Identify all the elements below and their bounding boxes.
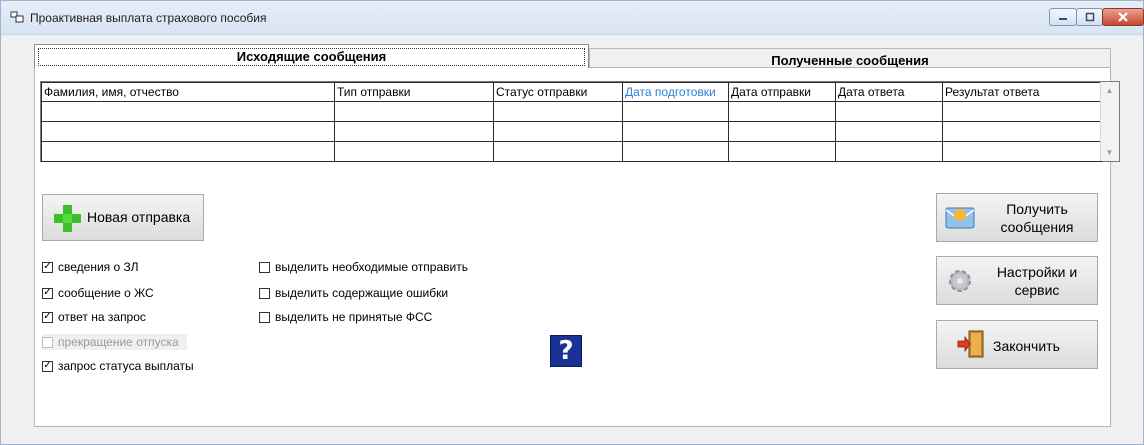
scroll-down-icon[interactable]: ▼ xyxy=(1101,144,1118,161)
checkbox-vacation-end: прекращение отпуска xyxy=(42,334,187,350)
table-cell[interactable] xyxy=(728,121,836,142)
checkbox-highlight-errors[interactable]: выделить содержащие ошибки xyxy=(259,286,448,300)
table-cell[interactable] xyxy=(334,121,494,142)
checkbox-label: запрос статуса выплаты xyxy=(58,359,194,373)
tab-label: Исходящие сообщения xyxy=(236,49,387,64)
table-cell[interactable] xyxy=(334,141,494,162)
checkbox-label: выделить не принятые ФСС xyxy=(275,310,433,324)
checkbox-highlight-rejected[interactable]: выделить не принятые ФСС xyxy=(259,310,432,324)
table-cell[interactable] xyxy=(622,101,729,122)
exit-label: Закончить xyxy=(993,338,1060,354)
tab-label: Полученные сообщения xyxy=(771,52,929,68)
checkbox-label: выделить содержащие ошибки xyxy=(275,286,449,300)
table-cell[interactable] xyxy=(942,101,1102,122)
maximize-button[interactable] xyxy=(1076,8,1103,26)
checkbox-box: ✓ xyxy=(42,311,53,323)
table-row[interactable] xyxy=(41,141,1102,162)
checkbox-info-zl[interactable]: ✓ сведения о ЗЛ xyxy=(42,260,138,274)
app-window: Проактивная выплата страхового пособия П… xyxy=(0,0,1144,445)
checkbox-box: ✓ xyxy=(42,360,53,372)
table-cell[interactable] xyxy=(835,101,943,122)
checkbox-label: выделить необходимые отправить xyxy=(275,260,468,274)
checkbox-box: ✓ xyxy=(42,287,53,299)
checkbox-label: сообщение о ЖС xyxy=(58,286,154,300)
checkbox-label: ответ на запрос xyxy=(58,310,146,324)
checkbox-box: ✓ xyxy=(42,261,53,273)
new-send-button[interactable]: Новая отправка xyxy=(42,194,204,241)
table-cell[interactable] xyxy=(493,141,623,162)
table-row[interactable] xyxy=(41,121,1102,142)
messages-table: Фамилия, имя, отчество Тип отправки Стат… xyxy=(41,82,1102,162)
checkbox-box xyxy=(259,311,270,323)
checkbox-highlight-needed[interactable]: выделить необходимые отправить xyxy=(259,260,468,274)
exit-door-icon xyxy=(957,330,984,358)
table-cell[interactable] xyxy=(728,141,836,162)
minimize-button[interactable] xyxy=(1049,8,1077,26)
gear-icon xyxy=(949,270,971,292)
scroll-up-icon[interactable]: ▲ xyxy=(1101,82,1118,99)
checkbox-box xyxy=(42,336,53,348)
column-header[interactable]: Статус отправки xyxy=(493,82,623,102)
column-header[interactable]: Дата подготовки xyxy=(622,82,729,102)
table-cell[interactable] xyxy=(493,101,623,122)
tab-outgoing-messages[interactable]: Исходящие сообщения xyxy=(34,44,589,68)
column-header[interactable]: Дата ответа xyxy=(835,82,943,102)
table-header-row: Фамилия, имя, отчество Тип отправки Стат… xyxy=(41,82,1102,102)
checkbox-label: сведения о ЗЛ xyxy=(58,260,139,274)
exit-button[interactable]: Закончить xyxy=(936,320,1098,369)
window-title: Проактивная выплата страхового пособия xyxy=(30,11,267,25)
get-messages-button[interactable]: Получить сообщения xyxy=(936,193,1098,242)
checkbox-box xyxy=(259,261,270,273)
close-icon xyxy=(1103,9,1143,25)
app-icon xyxy=(10,11,24,23)
table-cell[interactable] xyxy=(493,121,623,142)
table-cell[interactable] xyxy=(942,141,1102,162)
new-send-label: Новая отправка xyxy=(87,209,191,225)
table-cell[interactable] xyxy=(622,141,729,162)
table-cell[interactable] xyxy=(41,141,335,162)
get-messages-label: Получить сообщения xyxy=(1000,201,1074,235)
settings-label: Настройки и сервис xyxy=(996,264,1078,298)
table-cell[interactable] xyxy=(835,141,943,162)
table-cell[interactable] xyxy=(942,121,1102,142)
table-cell[interactable] xyxy=(835,121,943,142)
checkbox-request-answer[interactable]: ✓ ответ на запрос xyxy=(42,310,146,324)
close-button[interactable] xyxy=(1102,8,1144,26)
table-cell[interactable] xyxy=(334,101,494,122)
column-header[interactable]: Тип отправки xyxy=(334,82,494,102)
minimize-icon xyxy=(1050,9,1076,25)
table-row[interactable] xyxy=(41,101,1102,122)
maximize-icon xyxy=(1077,9,1102,25)
table-cell[interactable] xyxy=(41,101,335,122)
envelope-icon xyxy=(945,207,975,229)
checkbox-payment-status[interactable]: ✓ запрос статуса выплаты xyxy=(42,359,194,373)
table-cell[interactable] xyxy=(622,121,729,142)
table-cell[interactable] xyxy=(728,101,836,122)
column-header[interactable]: Результат ответа xyxy=(942,82,1102,102)
messages-grid[interactable]: Фамилия, имя, отчество Тип отправки Стат… xyxy=(40,81,1120,162)
column-header[interactable]: Дата отправки xyxy=(728,82,836,102)
table-cell[interactable] xyxy=(41,121,335,142)
vertical-scrollbar[interactable]: ▲ ▼ xyxy=(1100,82,1119,161)
title-bar[interactable]: Проактивная выплата страхового пособия xyxy=(1,1,1144,35)
checkbox-box xyxy=(259,287,270,299)
help-button[interactable]: ? xyxy=(550,335,582,367)
checkbox-label: прекращение отпуска xyxy=(58,335,179,349)
plus-icon xyxy=(54,205,81,232)
checkbox-message-zhs[interactable]: ✓ сообщение о ЖС xyxy=(42,286,154,300)
help-icon: ? xyxy=(558,336,574,366)
column-header[interactable]: Фамилия, имя, отчество xyxy=(41,82,335,102)
settings-button[interactable]: Настройки и сервис xyxy=(936,256,1098,305)
